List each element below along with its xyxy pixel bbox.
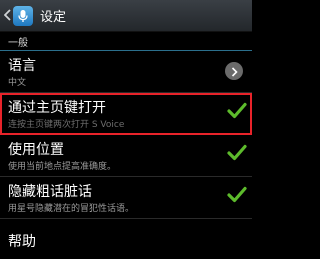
setting-summary: 用星号隐藏潜在的冒犯性话语。 [8,204,135,214]
setting-summary: 中文 [8,78,27,88]
checkmark-icon [227,102,247,124]
setting-hide-offensive-words[interactable]: 隐藏粗话脏话 用星号隐藏潜在的冒犯性话语。 [0,177,252,219]
open-via-home-key-checkbox[interactable] [227,102,247,124]
setting-language[interactable]: 语言 中文 [0,51,252,93]
page-title: 设定 [40,10,67,25]
s-voice-mic-icon [13,5,33,26]
setting-open-via-home-key[interactable]: 通过主页键打开 连按主页键两次打开 S Voice [0,93,252,135]
checkmark-icon [227,186,247,208]
setting-summary: 连按主页键两次打开 S Voice [8,120,125,130]
setting-label: 帮助 [8,234,36,250]
setting-use-location[interactable]: 使用位置 使用当前地点提高准确度。 [0,135,252,177]
setting-label: 使用位置 [8,142,64,158]
section-header-general: 一般 [0,32,252,51]
back-button[interactable] [2,0,12,31]
language-select-button[interactable] [225,62,243,80]
checkmark-icon [227,144,247,166]
action-bar: 设定 [0,0,252,32]
hide-offensive-words-checkbox[interactable] [227,186,247,208]
setting-help[interactable]: 帮助 [0,219,252,259]
setting-label: 通过主页键打开 [8,100,106,116]
setting-label: 隐藏粗话脏话 [8,184,92,200]
chevron-left-icon [3,6,11,25]
chevron-right-icon [231,62,238,81]
setting-label: 语言 [8,58,36,74]
use-location-checkbox[interactable] [227,144,247,166]
setting-summary: 使用当前地点提高准确度。 [8,162,117,172]
